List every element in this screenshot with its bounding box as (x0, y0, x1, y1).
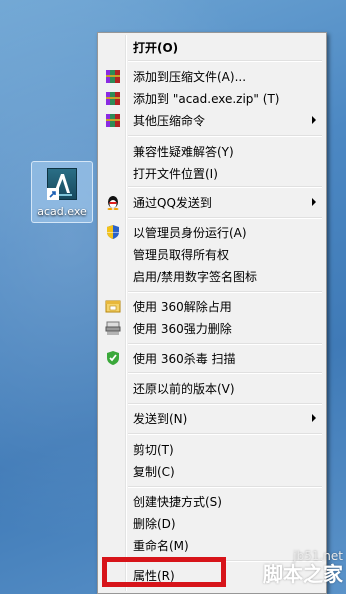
winrar-books-icon (106, 92, 120, 105)
winrar-books-icon (106, 114, 120, 127)
menu-item-360-force-delete[interactable]: 使用 360强力删除 (100, 317, 324, 339)
menu-item-label: 重命名(M) (133, 539, 189, 553)
menu-item-send-via-qq[interactable]: 通过QQ发送到 (100, 191, 324, 213)
360-antivirus-shield-icon (107, 351, 119, 365)
menu-item-run-as-admin[interactable]: 以管理员身份运行(A) (100, 221, 324, 243)
menu-item-send-to[interactable]: 发送到(N) (100, 407, 324, 429)
menu-separator (128, 433, 322, 435)
menu-item-copy[interactable]: 复制(C) (100, 460, 324, 482)
menu-item-label: 还原以前的版本(V) (133, 382, 235, 396)
menu-separator (128, 291, 322, 293)
menu-item-label: 删除(D) (133, 517, 176, 531)
watermark-url: jb51.net (293, 549, 343, 563)
menu-item-toggle-signature-icon[interactable]: 启用/禁用数字签名图标 (100, 265, 324, 287)
menu-separator (128, 486, 322, 488)
menu-item-label: 发送到(N) (133, 412, 188, 426)
menu-item-label: 创建快捷方式(S) (133, 495, 222, 509)
qq-penguin-icon (107, 196, 119, 210)
menu-item-label: 使用 360杀毒 扫描 (133, 352, 236, 366)
menu-item-take-ownership[interactable]: 管理员取得所有权 (100, 243, 324, 265)
menu-separator (128, 217, 322, 219)
menu-item-label: 剪切(T) (133, 443, 174, 457)
menu-separator (128, 135, 322, 137)
desktop-icon-acad[interactable]: acad.exe (31, 161, 93, 223)
submenu-arrow-icon (312, 414, 316, 422)
menu-separator (128, 372, 322, 374)
menu-separator (128, 403, 322, 405)
submenu-arrow-icon (312, 198, 316, 206)
submenu-arrow-icon (312, 116, 316, 124)
menu-item-label: 其他压缩命令 (133, 114, 206, 128)
autocad-app-icon (47, 168, 77, 200)
menu-item-restore-previous-versions[interactable]: 还原以前的版本(V) (100, 377, 324, 399)
menu-item-label: 以管理员身份运行(A) (133, 226, 247, 240)
menu-item-other-compress[interactable]: 其他压缩命令 (100, 109, 324, 131)
menu-item-open[interactable]: 打开(O) (100, 36, 324, 58)
menu-item-compat-troubleshoot[interactable]: 兼容性疑难解答(Y) (100, 140, 324, 162)
menu-item-label: 使用 360强力删除 (133, 322, 232, 336)
menu-item-label: 添加到压缩文件(A)... (133, 70, 247, 84)
menu-item-label: 兼容性疑难解答(Y) (133, 145, 234, 159)
menu-item-label: 添加到 "acad.exe.zip" (T) (133, 92, 280, 106)
menu-item-create-shortcut[interactable]: 创建快捷方式(S) (100, 490, 324, 512)
uac-shield-icon (107, 225, 119, 239)
menu-separator (128, 343, 322, 345)
menu-item-cut[interactable]: 剪切(T) (100, 438, 324, 460)
menu-item-label: 打开文件位置(I) (133, 167, 218, 181)
menu-separator (128, 186, 322, 188)
menu-item-label: 打开(O) (133, 41, 179, 55)
menu-item-delete[interactable]: 删除(D) (100, 512, 324, 534)
desktop-icon-label: acad.exe (37, 205, 87, 218)
watermark-name: 脚本之家 (263, 562, 343, 586)
menu-item-label: 使用 360解除占用 (133, 300, 232, 314)
menu-item-label: 管理员取得所有权 (133, 248, 230, 262)
menu-item-label: 复制(C) (133, 465, 175, 479)
menu-item-label: 通过QQ发送到 (133, 196, 212, 210)
winrar-books-icon (106, 70, 120, 83)
menu-item-360-antivirus-scan[interactable]: 使用 360杀毒 扫描 (100, 347, 324, 369)
menu-item-360-unlock[interactable]: 使用 360解除占用 (100, 295, 324, 317)
shortcut-arrow-icon (47, 188, 59, 200)
360-unlock-icon (105, 300, 121, 313)
menu-item-add-to-archive[interactable]: 添加到压缩文件(A)... (100, 65, 324, 87)
context-menu: 打开(O) 添加到压缩文件(A)... 添加到 "acad.exe.zip" (… (97, 32, 327, 594)
menu-item-open-location[interactable]: 打开文件位置(I) (100, 162, 324, 184)
menu-item-add-to-zip[interactable]: 添加到 "acad.exe.zip" (T) (100, 87, 324, 109)
360-shredder-icon (105, 321, 121, 335)
menu-separator (128, 60, 322, 62)
menu-item-label: 启用/禁用数字签名图标 (133, 270, 258, 284)
annotation-highlight-box (102, 557, 226, 587)
site-watermark: jb51.net 脚本之家 (263, 549, 343, 585)
